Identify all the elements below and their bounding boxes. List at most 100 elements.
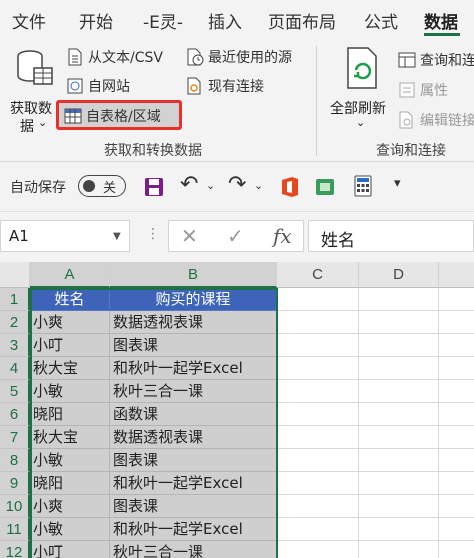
cell-b[interactable]: 函数课 bbox=[110, 403, 277, 426]
row-header[interactable]: 1 bbox=[0, 288, 30, 311]
row-header[interactable]: 8 bbox=[0, 449, 30, 472]
cell-b[interactable]: 图表课 bbox=[110, 334, 277, 357]
tab-home[interactable]: 开始 bbox=[79, 8, 113, 33]
column-header-e[interactable] bbox=[439, 262, 474, 288]
autosave-toggle[interactable]: 关 bbox=[78, 175, 126, 197]
cell-a[interactable]: 小叮 bbox=[30, 334, 110, 357]
row-header[interactable]: 11 bbox=[0, 518, 30, 541]
get-data-button[interactable]: 获取数 据 ⌄ bbox=[8, 44, 58, 135]
properties-button[interactable]: 属性 bbox=[398, 80, 448, 100]
tab-insert[interactable]: 插入 bbox=[208, 8, 242, 33]
cell-e[interactable] bbox=[439, 288, 474, 311]
row-header[interactable]: 3 bbox=[0, 334, 30, 357]
existing-connections-button[interactable]: 现有连接 bbox=[186, 76, 264, 96]
tab-page-layout[interactable]: 页面布局 bbox=[268, 8, 336, 33]
column-header-b[interactable]: B bbox=[110, 262, 277, 288]
cell-b[interactable]: 图表课 bbox=[110, 495, 277, 518]
cell-d[interactable] bbox=[359, 380, 439, 403]
row-header[interactable]: 5 bbox=[0, 380, 30, 403]
cell-d[interactable] bbox=[359, 541, 439, 558]
row-header[interactable]: 6 bbox=[0, 403, 30, 426]
name-box[interactable]: A1 ▼ bbox=[0, 220, 130, 252]
cell-c[interactable] bbox=[277, 403, 359, 426]
recent-sources-button[interactable]: 最近使用的源 bbox=[186, 47, 292, 67]
row-header[interactable]: 10 bbox=[0, 495, 30, 518]
cell-e[interactable] bbox=[439, 495, 474, 518]
customize-qat-icon[interactable]: ▾ bbox=[394, 176, 401, 191]
insert-function-icon[interactable]: fx bbox=[273, 224, 292, 248]
cell-c[interactable] bbox=[277, 380, 359, 403]
row-header[interactable]: 12 bbox=[0, 541, 30, 558]
cell-d[interactable] bbox=[359, 449, 439, 472]
redo-icon[interactable]: ↷ bbox=[228, 172, 246, 197]
addin-icon[interactable] bbox=[314, 175, 336, 197]
refresh-all-button[interactable]: 全部刷新 ⌄ bbox=[328, 44, 392, 134]
row-header[interactable]: 4 bbox=[0, 357, 30, 380]
cell-d[interactable] bbox=[359, 403, 439, 426]
cell-e[interactable] bbox=[439, 449, 474, 472]
chevron-down-icon[interactable]: ▼ bbox=[113, 231, 121, 242]
cell-a[interactable]: 小敏 bbox=[30, 380, 110, 403]
cell-a[interactable]: 小叮 bbox=[30, 541, 110, 558]
undo-icon[interactable]: ↶ bbox=[180, 172, 198, 197]
from-text-csv-button[interactable]: 从文本/CSV bbox=[66, 47, 163, 67]
column-header-c[interactable]: C bbox=[277, 262, 359, 288]
calculator-icon[interactable] bbox=[354, 175, 372, 197]
cell-d[interactable] bbox=[359, 472, 439, 495]
cell-e[interactable] bbox=[439, 334, 474, 357]
cancel-icon[interactable]: ✕ bbox=[181, 224, 198, 248]
cell-a[interactable]: 姓名 bbox=[30, 288, 110, 311]
cell-e[interactable] bbox=[439, 311, 474, 334]
cell-c[interactable] bbox=[277, 334, 359, 357]
cell-c[interactable] bbox=[277, 426, 359, 449]
cell-c[interactable] bbox=[277, 357, 359, 380]
chevron-down-icon[interactable]: ⌄ bbox=[254, 179, 263, 192]
cell-b[interactable]: 数据透视表课 bbox=[110, 311, 277, 334]
cell-c[interactable] bbox=[277, 518, 359, 541]
cell-b[interactable]: 购买的课程 bbox=[110, 288, 277, 311]
cell-b[interactable]: 秋叶三合一课 bbox=[110, 380, 277, 403]
cell-d[interactable] bbox=[359, 334, 439, 357]
cell-e[interactable] bbox=[439, 426, 474, 449]
enter-icon[interactable]: ✓ bbox=[227, 224, 244, 248]
cell-c[interactable] bbox=[277, 541, 359, 558]
cell-d[interactable] bbox=[359, 311, 439, 334]
office-icon[interactable] bbox=[280, 176, 300, 198]
cell-d[interactable] bbox=[359, 518, 439, 541]
formula-input[interactable]: 姓名 bbox=[308, 220, 474, 252]
row-header[interactable]: 9 bbox=[0, 472, 30, 495]
tab-file[interactable]: 文件 bbox=[12, 8, 46, 33]
cell-b[interactable]: 和秋叶一起学Excel bbox=[110, 357, 277, 380]
tab-data[interactable]: 数据 bbox=[424, 8, 458, 33]
cell-c[interactable] bbox=[277, 495, 359, 518]
cell-a[interactable]: 秋大宝 bbox=[30, 357, 110, 380]
row-header[interactable]: 2 bbox=[0, 311, 30, 334]
cell-c[interactable] bbox=[277, 288, 359, 311]
column-header-a[interactable]: A bbox=[30, 262, 110, 288]
select-all-corner[interactable] bbox=[0, 262, 30, 288]
cell-c[interactable] bbox=[277, 472, 359, 495]
cell-a[interactable]: 秋大宝 bbox=[30, 426, 110, 449]
chevron-down-icon[interactable]: ⌄ bbox=[206, 179, 215, 192]
cell-d[interactable] bbox=[359, 426, 439, 449]
cell-e[interactable] bbox=[439, 518, 474, 541]
cell-e[interactable] bbox=[439, 472, 474, 495]
cell-e[interactable] bbox=[439, 357, 474, 380]
cell-b[interactable]: 秋叶三合一课 bbox=[110, 541, 277, 558]
cell-a[interactable]: 晓阳 bbox=[30, 472, 110, 495]
cell-b[interactable]: 和秋叶一起学Excel bbox=[110, 472, 277, 495]
cell-e[interactable] bbox=[439, 380, 474, 403]
cell-d[interactable] bbox=[359, 495, 439, 518]
cell-a[interactable]: 小敏 bbox=[30, 518, 110, 541]
from-table-range-button[interactable]: 自表格/区域 bbox=[64, 106, 161, 126]
cell-a[interactable]: 小爽 bbox=[30, 311, 110, 334]
cell-a[interactable]: 小爽 bbox=[30, 495, 110, 518]
cell-b[interactable]: 图表课 bbox=[110, 449, 277, 472]
save-icon[interactable] bbox=[144, 177, 164, 197]
cell-d[interactable] bbox=[359, 288, 439, 311]
cell-b[interactable]: 和秋叶一起学Excel bbox=[110, 518, 277, 541]
cell-b[interactable]: 数据透视表课 bbox=[110, 426, 277, 449]
cell-a[interactable]: 晓阳 bbox=[30, 403, 110, 426]
cell-e[interactable] bbox=[439, 403, 474, 426]
cell-c[interactable] bbox=[277, 311, 359, 334]
